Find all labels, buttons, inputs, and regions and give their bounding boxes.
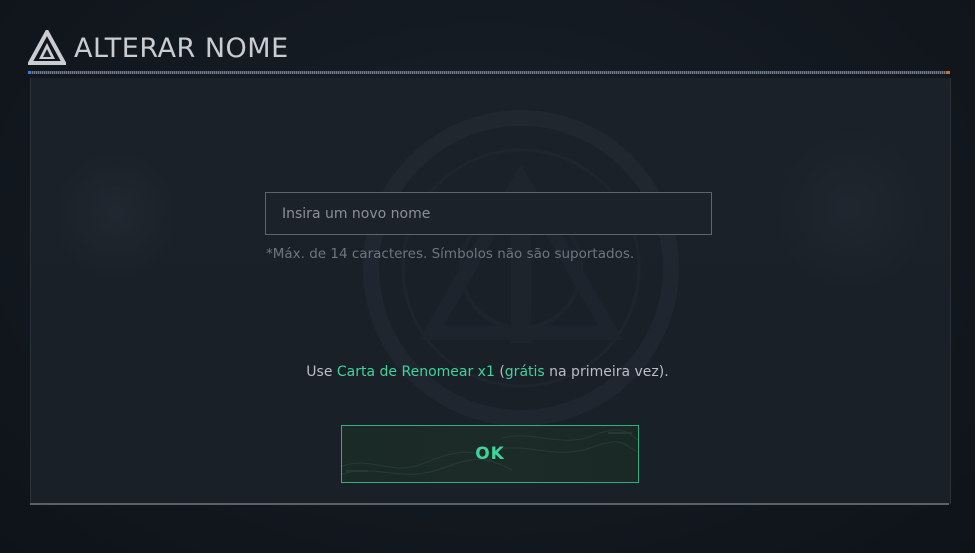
ok-button[interactable]: OK	[341, 425, 639, 483]
rename-card-name: Carta de Renomear x1	[336, 364, 495, 380]
new-name-input[interactable]	[265, 192, 712, 235]
divider-accent-right	[946, 71, 950, 74]
decorative-glow	[51, 148, 181, 278]
notice-paren: (	[494, 364, 505, 380]
emblem-watermark-icon	[363, 110, 679, 426]
notice-prefix: Use	[306, 364, 337, 380]
free-label: grátis	[504, 364, 545, 380]
rename-card-notice: Use Carta de Renomear x1 (grátis na prim…	[0, 364, 975, 380]
rename-screen: ALTERAR NOME *Máx. de 14 caracteres. Sím…	[0, 0, 975, 553]
decorative-glow	[771, 128, 931, 288]
header-divider	[28, 71, 949, 74]
page-title: ALTERAR NOME	[74, 32, 289, 64]
name-hint-text: *Máx. de 14 caracteres. Símbolos não são…	[266, 246, 635, 262]
notice-suffix: na primeira vez).	[544, 364, 669, 380]
triangle-logo-icon	[28, 30, 66, 65]
divider-accent-left	[28, 71, 31, 74]
ok-button-label: OK	[475, 444, 505, 464]
page-header: ALTERAR NOME	[28, 28, 289, 68]
dialog-bottom-border	[30, 503, 949, 505]
